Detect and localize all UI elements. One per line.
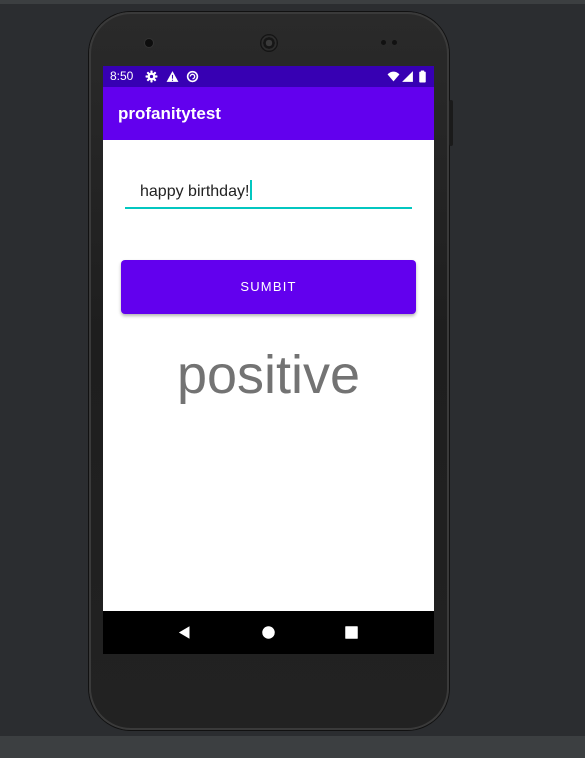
home-icon[interactable] [261, 625, 276, 640]
app-title: profanitytest [118, 104, 221, 123]
text-input-field[interactable]: happy birthday! [125, 169, 412, 209]
navigation-bar [103, 611, 434, 654]
status-bar: 8:50 [103, 66, 434, 87]
earpiece-speaker [260, 34, 278, 52]
device-screen: 8:50 profanitytest happy birthday! SUMBI… [103, 66, 434, 654]
data-saver-icon [186, 70, 199, 83]
back-icon[interactable] [177, 625, 192, 640]
warning-icon [166, 71, 179, 82]
bottom-strip [0, 736, 585, 758]
settings-icon [145, 70, 158, 83]
submit-button[interactable]: SUMBIT [121, 260, 416, 314]
app-bar: profanitytest [103, 87, 434, 140]
power-button[interactable] [449, 100, 453, 146]
battery-icon [419, 70, 426, 83]
top-strip [0, 0, 585, 4]
status-time: 8:50 [110, 69, 134, 83]
proximity-sensor [381, 40, 386, 45]
front-camera [145, 39, 153, 47]
text-input-value[interactable]: happy birthday! [140, 180, 253, 201]
signal-icon [402, 71, 413, 82]
wifi-icon [387, 71, 400, 82]
light-sensor [392, 40, 397, 45]
input-underline [125, 207, 412, 209]
text-cursor [250, 180, 253, 200]
result-text: positive [176, 345, 361, 405]
recents-icon[interactable] [344, 625, 359, 640]
